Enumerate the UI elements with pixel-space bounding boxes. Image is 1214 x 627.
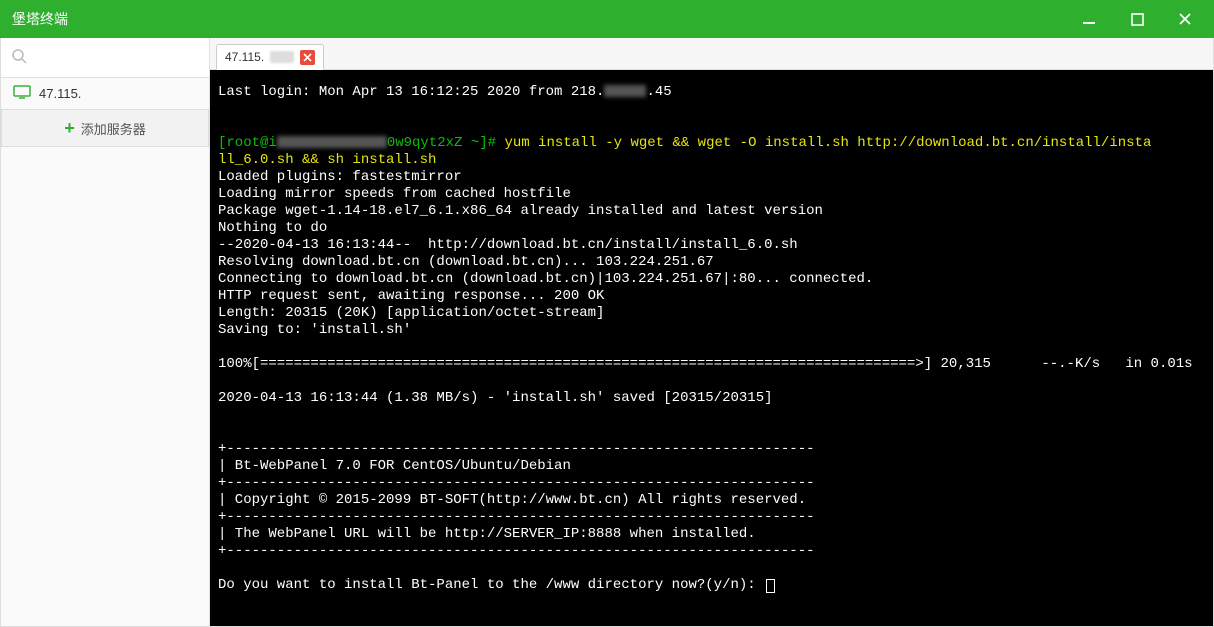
titlebar: 堡塔终端 [0, 0, 1214, 38]
tab-label-masked [270, 51, 294, 63]
t-line: Length: 20315 (20K) [application/octet-s… [218, 305, 604, 321]
t-progress: 100%[===================================… [218, 356, 1193, 372]
t-cmd2: ll_6.0.sh && sh install.sh [218, 152, 436, 168]
tab-close-button[interactable] [300, 50, 315, 65]
t-sep: +---------------------------------------… [218, 509, 815, 525]
t-line: Last login: Mon Apr 13 16:12:25 2020 fro… [218, 84, 604, 100]
t-prompt-question: Do you want to install Bt-Panel to the /… [218, 577, 764, 593]
terminal[interactable]: Last login: Mon Apr 13 16:12:25 2020 fro… [210, 70, 1213, 626]
t-line: --2020-04-13 16:13:44-- http://download.… [218, 237, 798, 253]
tab-label: 47.115. [225, 50, 264, 64]
t-cmd: yum install -y wget && wget -O install.s… [504, 135, 1151, 151]
t-line: Loading mirror speeds from cached hostfi… [218, 186, 571, 202]
t-panel: | The WebPanel URL will be http://SERVER… [218, 526, 756, 542]
sidebar-server-item[interactable]: 47.115. [1, 78, 209, 110]
search-icon [11, 48, 27, 67]
t-sep: +---------------------------------------… [218, 475, 815, 491]
host-redacted [277, 136, 387, 148]
t-line: .45 [646, 84, 671, 100]
t-prompt-user: [root@i [218, 135, 277, 151]
add-server-button[interactable]: + 添加服务器 [1, 109, 209, 147]
t-saved: 2020-04-13 16:13:44 (1.38 MB/s) - 'insta… [218, 390, 773, 406]
plus-icon: + [64, 119, 75, 137]
search-input[interactable] [33, 50, 209, 65]
sidebar: 47.115. + 添加服务器 [1, 38, 210, 626]
right-pane: 47.115. Last login: Mon Apr 13 16:12:25 … [210, 38, 1213, 626]
main-area: 47.115. + 添加服务器 47.115. Last login: Mon … [0, 38, 1214, 627]
close-button[interactable] [1178, 12, 1192, 26]
t-line: Loaded plugins: fastestmirror [218, 169, 462, 185]
cursor-icon [766, 579, 775, 593]
window-controls [1082, 12, 1202, 26]
t-panel: | Bt-WebPanel 7.0 FOR CentOS/Ubuntu/Debi… [218, 458, 571, 474]
tabbar: 47.115. [210, 38, 1213, 70]
search-row [1, 38, 209, 78]
t-line: Package wget-1.14-18.el7_6.1.x86_64 alre… [218, 203, 823, 219]
t-prompt-host: 0w9qyt2xZ ~]# [387, 135, 505, 151]
t-panel: | Copyright © 2015-2099 BT-SOFT(http://w… [218, 492, 806, 508]
maximize-button[interactable] [1130, 12, 1144, 26]
t-line: Nothing to do [218, 220, 327, 236]
server-ip-label: 47.115. [39, 86, 81, 101]
t-line: Resolving download.bt.cn (download.bt.cn… [218, 254, 714, 270]
ip-redacted [604, 85, 646, 97]
tab-server[interactable]: 47.115. [216, 44, 324, 70]
window-title: 堡塔终端 [12, 9, 68, 29]
minimize-button[interactable] [1082, 12, 1096, 26]
t-line: Saving to: 'install.sh' [218, 322, 411, 338]
add-server-label: 添加服务器 [81, 119, 146, 138]
t-line: Connecting to download.bt.cn (download.b… [218, 271, 873, 287]
monitor-icon [13, 85, 31, 102]
t-sep: +---------------------------------------… [218, 543, 815, 559]
t-line: HTTP request sent, awaiting response... … [218, 288, 604, 304]
t-sep: +---------------------------------------… [218, 441, 815, 457]
